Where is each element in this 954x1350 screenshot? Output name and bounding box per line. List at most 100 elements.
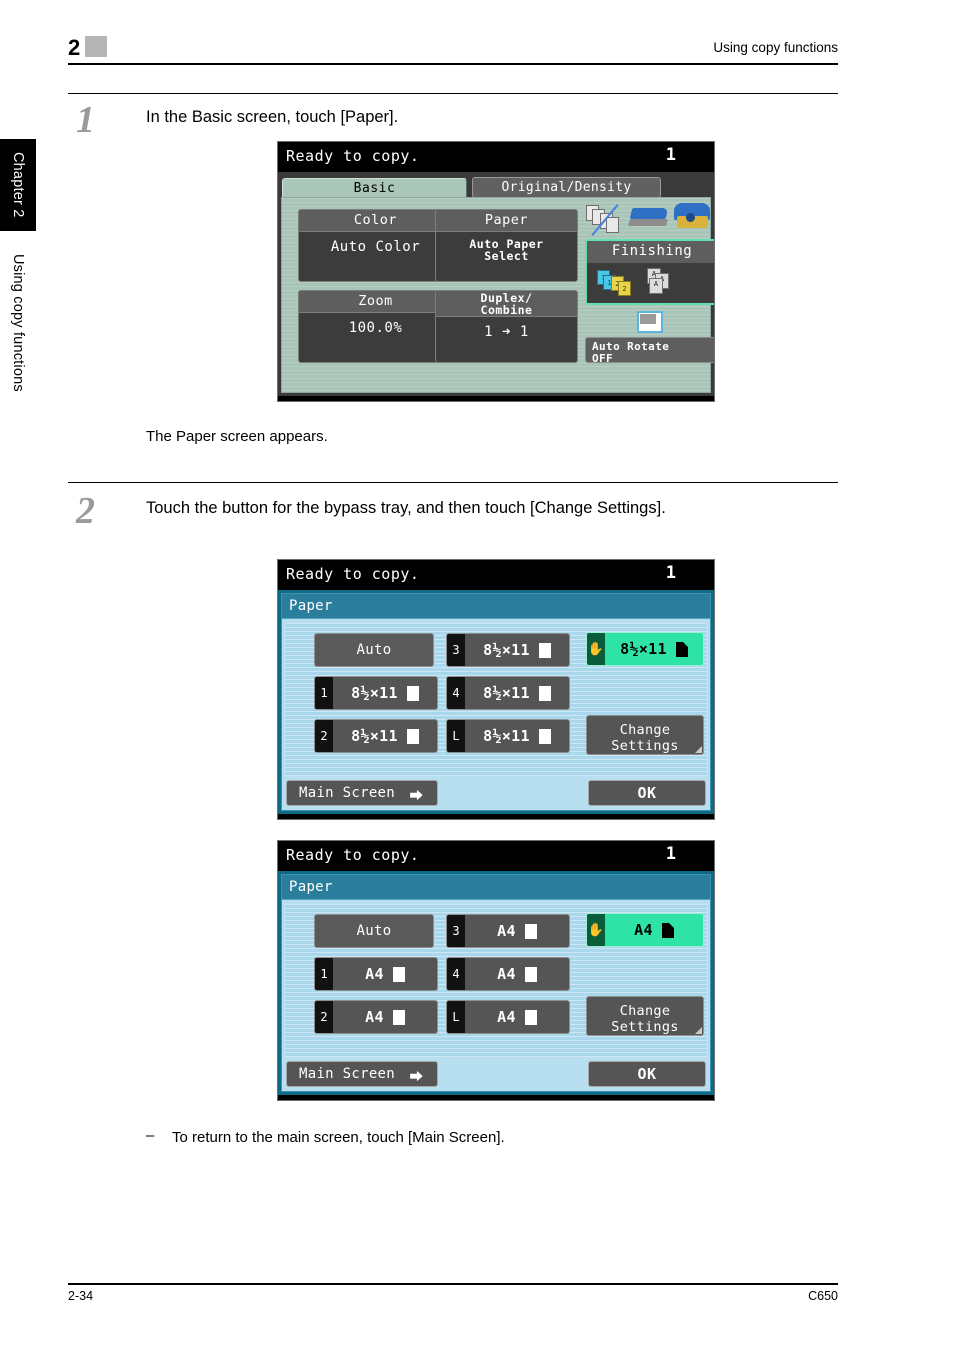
tray-2-size: A4 <box>365 1008 384 1026</box>
lcd-basic-screen: Ready to copy. 1 Basic Original/Density … <box>277 141 715 402</box>
paper-screen-inner: Paper Auto 3 A4 ✋ A4 1 A4 4 A4 2 A4 L A4… <box>281 874 711 1092</box>
portrait-page-icon <box>392 1009 405 1025</box>
step-2-number: 2 <box>76 490 95 532</box>
tray-button-1[interactable]: 1 A4 <box>314 957 438 991</box>
tray-4-size: A4 <box>497 965 516 983</box>
staple-icon <box>628 206 671 236</box>
portrait-page-icon <box>524 966 537 982</box>
button-color-value: Auto Color <box>330 239 421 255</box>
button-zoom[interactable]: Zoom 100.0% <box>298 290 453 363</box>
footer-model: C650 <box>808 1289 838 1303</box>
tray-3-size: 8½×11 <box>483 641 530 659</box>
portrait-page-icon <box>406 728 419 744</box>
tray-L-size: 8½×11 <box>483 727 530 745</box>
tray-number-2: 2 <box>315 1001 333 1033</box>
portrait-page-icon <box>524 923 537 939</box>
hand-icon: ✋ <box>587 914 605 946</box>
tab-original-density[interactable]: Original/Density <box>472 177 661 198</box>
tray-4-size: 8½×11 <box>483 684 530 702</box>
lcd-status-bar: Ready to copy. 1 <box>278 142 714 172</box>
tray-number-4: 4 <box>447 677 465 709</box>
chapter-number: 2 <box>68 35 81 60</box>
ok-button[interactable]: OK <box>588 780 706 806</box>
step-2-text: Touch the button for the bypass tray, an… <box>146 499 666 517</box>
ok-button[interactable]: OK <box>588 1061 706 1087</box>
collate-icon: 1 1 2 2 <box>597 270 643 298</box>
tray-bypass-label: 8½×11 <box>605 633 703 665</box>
button-zoom-value: 100.0% <box>348 320 403 336</box>
finishing-art: 1 1 2 2 A A A <box>587 263 714 303</box>
basic-pane: Color Auto Color Paper Auto Paper Select… <box>281 197 714 393</box>
chapter-marker-box <box>85 36 107 57</box>
tray-button-auto[interactable]: Auto <box>314 633 434 667</box>
main-screen-label: Main Screen <box>299 785 396 801</box>
button-auto-rotate-line2: OFF <box>592 351 614 365</box>
tray-bypass-label: A4 <box>605 914 703 946</box>
tray-button-auto[interactable]: Auto <box>314 914 434 948</box>
tray-button-L[interactable]: L A4 <box>446 1000 570 1034</box>
button-color-caption: Color <box>299 210 452 232</box>
tray-1-label: A4 <box>333 958 437 990</box>
tray-button-4[interactable]: 4 A4 <box>446 957 570 991</box>
portrait-page-icon <box>392 966 405 982</box>
button-finishing[interactable]: Finishing 1 1 2 2 A A A <box>585 239 714 305</box>
portrait-page-icon <box>675 641 688 657</box>
tray-button-bypass[interactable]: ✋ A4 <box>586 913 704 947</box>
tray-2-label: A4 <box>333 1001 437 1033</box>
step-1-number: 1 <box>76 99 95 141</box>
tab-basic[interactable]: Basic <box>282 178 467 198</box>
change-settings-line2: Settings <box>611 738 679 754</box>
paper-tray-area: Auto 3 A4 ✋ A4 1 A4 4 A4 2 A4 L A4 Chang… <box>286 904 706 1057</box>
bullet-dash: – <box>146 1127 155 1144</box>
main-screen-button[interactable]: Main Screen ⮕ <box>286 780 438 806</box>
tray-2-size: 8½×11 <box>351 727 398 745</box>
tray-button-3[interactable]: 3 8½×11 <box>446 633 570 667</box>
resize-corner-icon <box>695 746 702 753</box>
button-auto-rotate[interactable]: Auto Rotate OFF <box>585 337 714 365</box>
tray-button-2[interactable]: 2 A4 <box>314 1000 438 1034</box>
tray-button-L[interactable]: L 8½×11 <box>446 719 570 753</box>
tray-button-bypass[interactable]: ✋ 8½×11 <box>586 632 704 666</box>
lcd-status-bar: Ready to copy. 1 <box>278 841 714 871</box>
tray-button-1[interactable]: 1 8½×11 <box>314 676 438 710</box>
main-screen-button[interactable]: Main Screen ⮕ <box>286 1061 438 1087</box>
tray-2-label: 8½×11 <box>333 720 437 752</box>
paper-screen-title: Paper <box>282 875 710 900</box>
copy-count: 1 <box>665 844 676 864</box>
tray-number-1: 1 <box>315 677 333 709</box>
lcd-paper-screen-metric: Ready to copy. 1 Paper Auto 3 A4 ✋ A4 1 … <box>277 840 715 1101</box>
button-duplex-caption-line2: Combine <box>480 303 533 317</box>
hand-icon: ✋ <box>587 633 605 665</box>
portrait-page-icon <box>406 685 419 701</box>
button-paper[interactable]: Paper Auto Paper Select <box>435 209 578 282</box>
tray-number-L: L <box>447 720 465 752</box>
portrait-page-icon <box>661 922 674 938</box>
change-settings-button[interactable]: Change Settings <box>586 996 704 1036</box>
button-duplex-combine[interactable]: Duplex/ Combine 1 ➜ 1 <box>435 290 578 363</box>
step1-top-rule <box>68 93 838 95</box>
side-tab-section-label: Using copy functions <box>10 254 26 392</box>
tray-bypass-size: 8½×11 <box>620 640 667 658</box>
tray-button-3[interactable]: 3 A4 <box>446 914 570 948</box>
tray-button-4[interactable]: 4 8½×11 <box>446 676 570 710</box>
tray-3-label: A4 <box>465 915 569 947</box>
change-settings-button[interactable]: Change Settings <box>586 715 704 755</box>
button-duplex-caption: Duplex/ Combine <box>436 291 577 317</box>
tray-1-size: A4 <box>365 965 384 983</box>
button-paper-value: Auto Paper Select <box>436 232 577 262</box>
page-header: 2 Using copy functions <box>68 34 838 74</box>
button-paper-caption: Paper <box>436 210 577 232</box>
tray-3-size: A4 <box>497 922 516 940</box>
button-paper-value-line2: Select <box>484 249 529 263</box>
paper-screen-inner: Paper Auto 3 8½×11 ✋ 8½×11 1 8½×11 4 8½×… <box>281 593 711 811</box>
tray-auto-label: Auto <box>356 642 392 658</box>
main-screen-label: Main Screen <box>299 1066 396 1082</box>
resize-corner-icon <box>695 1027 702 1034</box>
button-duplex-value: 1 ➜ 1 <box>484 324 529 340</box>
change-settings-line1: Change <box>619 722 671 738</box>
return-arrow-icon: ⮕ <box>409 1070 423 1085</box>
button-color[interactable]: Color Auto Color <box>298 209 453 282</box>
tray-L-label: 8½×11 <box>465 720 569 752</box>
tray-button-2[interactable]: 2 8½×11 <box>314 719 438 753</box>
tray-number-L: L <box>447 1001 465 1033</box>
